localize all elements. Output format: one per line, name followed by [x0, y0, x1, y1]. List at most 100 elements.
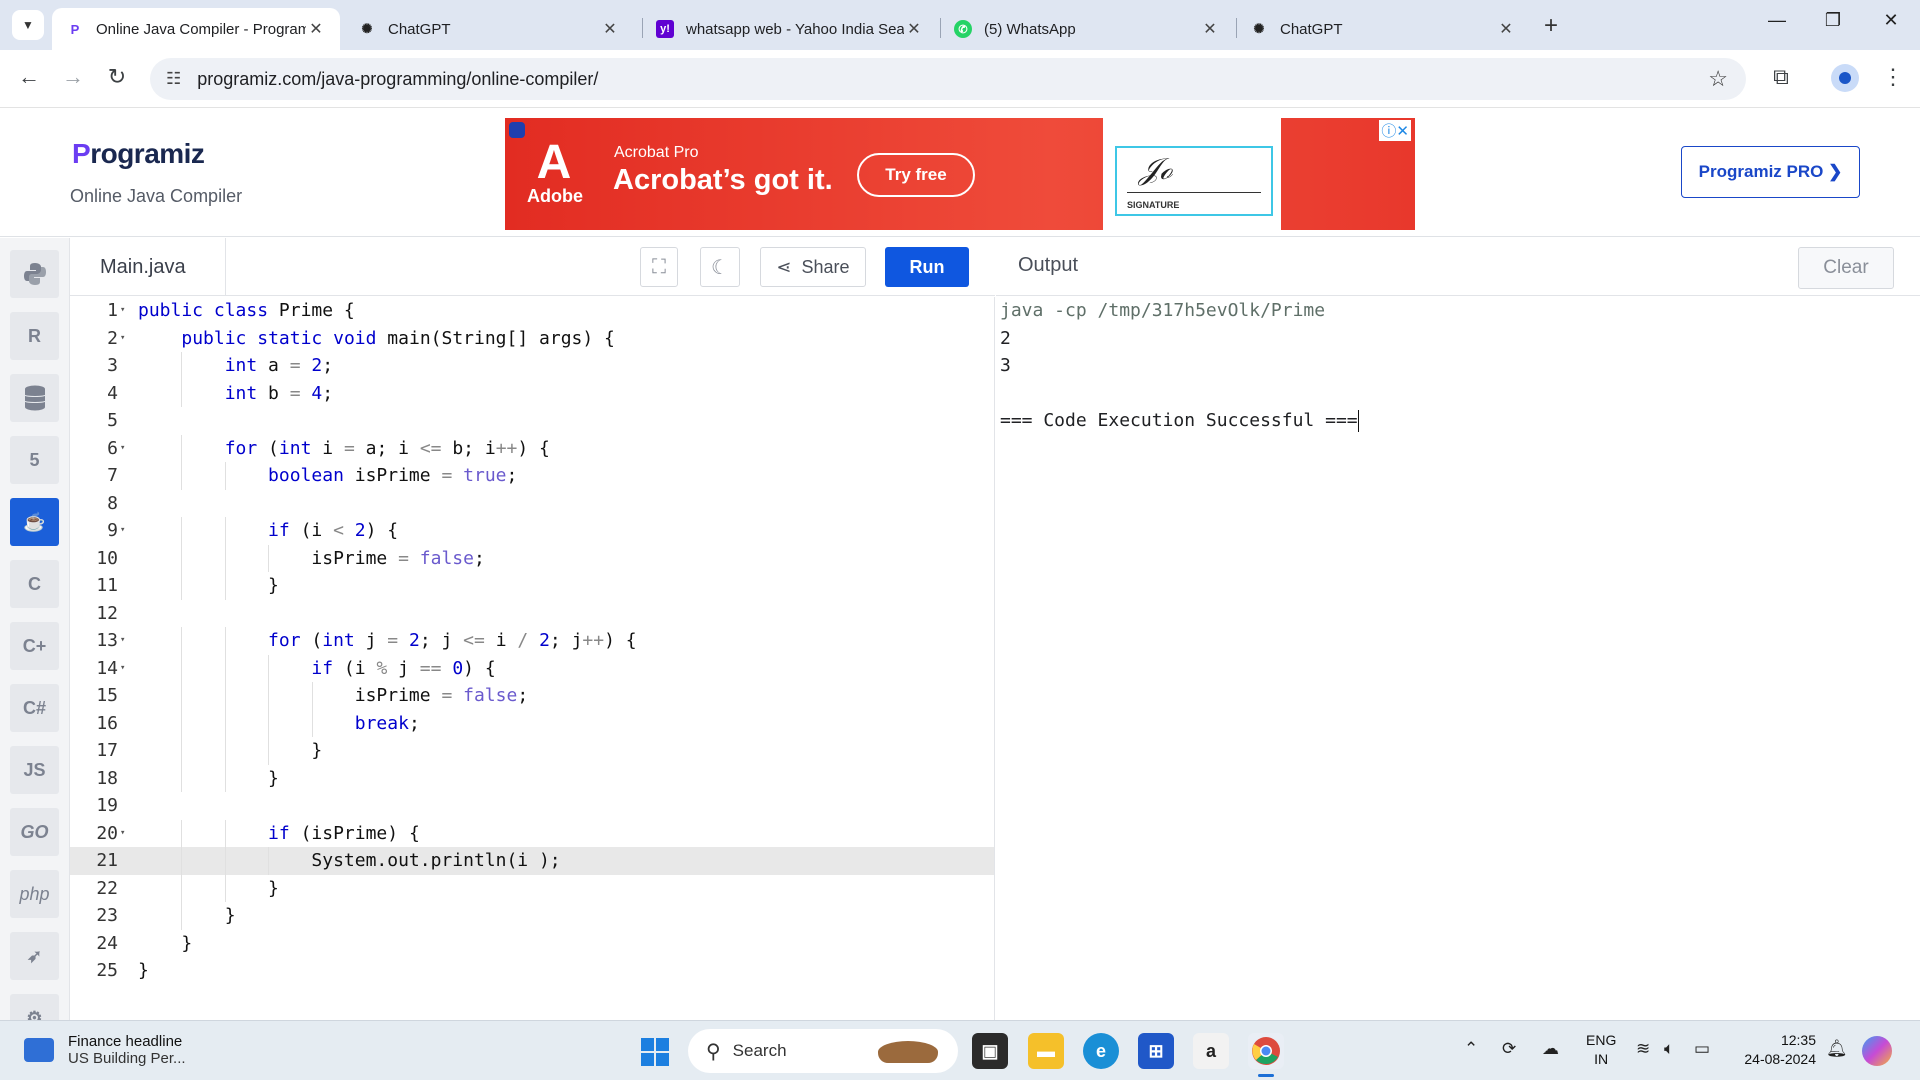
code-line[interactable]: 10 isPrime = false; — [70, 544, 994, 572]
speaker-muted-icon[interactable]: 🔈︎ — [1664, 1039, 1674, 1059]
forward-arrow-icon[interactable]: → — [58, 64, 88, 90]
fold-arrow-icon[interactable]: ▾ — [120, 435, 125, 463]
browser-tab-yahoo[interactable]: y! whatsapp web - Yahoo India Search ✕ — [642, 8, 938, 50]
fullscreen-icon[interactable]: ⛶ — [640, 247, 678, 287]
code-line[interactable]: 8 — [70, 490, 994, 518]
extensions-puzzle-icon[interactable]: ⧉ — [1766, 64, 1796, 90]
wifi-icon[interactable]: ≋ — [1636, 1039, 1650, 1059]
code-line[interactable]: 2 ▾ public static void main(String[] args… — [70, 325, 994, 353]
fold-arrow-icon[interactable]: ▾ — [120, 325, 125, 353]
code-line[interactable]: 16 break; — [70, 709, 994, 737]
task-view-icon[interactable]: ▣ — [972, 1033, 1008, 1069]
fold-arrow-icon[interactable]: ▾ — [120, 627, 125, 655]
sql-database-icon[interactable] — [10, 374, 59, 422]
go-language-icon[interactable]: GO — [10, 808, 59, 856]
code-line[interactable]: 22 } — [70, 874, 994, 902]
code-line[interactable]: 24 } — [70, 930, 994, 958]
profile-avatar-icon[interactable] — [1831, 64, 1859, 92]
fold-arrow-icon[interactable]: ▾ — [120, 517, 125, 545]
sync-icon[interactable]: ⟳ — [1502, 1039, 1516, 1059]
code-line[interactable]: 9 ▾ if (i < 2) { — [70, 517, 994, 545]
back-arrow-icon[interactable]: ← — [14, 64, 44, 90]
close-tab-icon[interactable]: ✕ — [1496, 19, 1516, 39]
news-widget[interactable]: Finance headline US Building Per... — [24, 1033, 186, 1067]
minimize-icon[interactable]: — — [1762, 10, 1792, 31]
reload-icon[interactable]: ↻ — [102, 64, 132, 90]
windows-start-icon[interactable] — [641, 1038, 669, 1066]
python-language-icon[interactable] — [10, 250, 59, 298]
address-bar[interactable]: ☷ programiz.com/java-programming/online-… — [150, 58, 1746, 100]
r-language-icon[interactable]: R — [10, 312, 59, 360]
code-line[interactable]: 17 } — [70, 737, 994, 765]
code-line[interactable]: 11 } — [70, 572, 994, 600]
csharp-language-icon[interactable]: C# — [10, 684, 59, 732]
code-line[interactable]: 14 ▾ if (i % j == 0) { — [70, 654, 994, 683]
run-button[interactable]: Run — [885, 247, 969, 287]
browser-tab-chatgpt-2[interactable]: ✺ ChatGPT ✕ — [1236, 8, 1530, 50]
show-hidden-icons-chevron-icon[interactable]: ⌃ — [1464, 1039, 1478, 1059]
tab-search-chevron-icon[interactable]: ▼ — [12, 10, 44, 40]
fold-arrow-icon[interactable]: ▾ — [120, 820, 125, 848]
adchoices-close-icon[interactable]: ⓘ✕ — [1379, 120, 1411, 141]
fold-arrow-icon[interactable]: ▾ — [120, 655, 125, 683]
code-line[interactable]: 19 — [70, 792, 994, 820]
advertisement-banner[interactable]: A Adobe Acrobat Pro Acrobat’s got it. Tr… — [505, 118, 1415, 230]
javascript-language-icon[interactable]: JS — [10, 746, 59, 794]
close-tab-icon[interactable]: ✕ — [904, 19, 924, 39]
close-tab-icon[interactable]: ✕ — [306, 19, 326, 39]
code-line[interactable]: 23 } — [70, 902, 994, 930]
code-line[interactable]: 5 — [70, 407, 994, 435]
chrome-browser-icon[interactable] — [1248, 1033, 1284, 1077]
code-editor[interactable]: 1 ▾ public class Prime {2 ▾ public static v… — [70, 297, 995, 1020]
site-settings-icon[interactable]: ☷ — [166, 69, 181, 89]
system-clock[interactable]: 12:35 24-08-2024 — [1738, 1031, 1816, 1069]
code-line[interactable]: 18 } — [70, 764, 994, 792]
close-tab-icon[interactable]: ✕ — [1200, 19, 1220, 39]
copilot-icon[interactable] — [1862, 1036, 1892, 1066]
browser-tab-programiz[interactable]: P Online Java Compiler - Programiz ✕ — [52, 8, 340, 50]
rust-language-icon[interactable]: ⚙ — [10, 994, 59, 1020]
battery-icon[interactable]: ▭ — [1694, 1039, 1710, 1059]
bookmark-star-icon[interactable]: ☆ — [1708, 66, 1728, 92]
php-language-icon[interactable]: php — [10, 870, 59, 918]
browser-menu-icon[interactable]: ⋮ — [1878, 64, 1908, 90]
browser-tab-whatsapp[interactable]: ✆ (5) WhatsApp ✕ — [940, 8, 1234, 50]
amazon-app-icon[interactable]: a — [1193, 1033, 1229, 1069]
taskbar-search-box[interactable]: ⚲ Search — [688, 1029, 958, 1073]
notification-bell-icon[interactable]: 🔔︎ — [1826, 1039, 1848, 1059]
browser-tab-chatgpt-1[interactable]: ✺ ChatGPT ✕ — [344, 8, 634, 50]
dark-mode-moon-icon[interactable]: ☾ — [700, 247, 740, 287]
code-line[interactable]: 6 ▾ for (int i = a; i <= b; i++) { — [70, 434, 994, 463]
html5-icon[interactable]: 5 — [10, 436, 59, 484]
edge-browser-icon[interactable]: e — [1083, 1033, 1119, 1069]
programiz-pro-button[interactable]: Programiz PRO ❯ — [1681, 146, 1860, 198]
code-line[interactable]: 12 — [70, 600, 994, 628]
code-line[interactable]: 1 ▾ public class Prime { — [70, 297, 994, 325]
input-language-indicator[interactable]: ENG IN — [1586, 1031, 1616, 1069]
restore-icon[interactable]: ❐ — [1818, 10, 1848, 31]
new-tab-plus-icon[interactable]: + — [1544, 12, 1558, 40]
code-line[interactable]: 3 int a = 2; — [70, 352, 994, 380]
code-line[interactable]: 20 ▾ if (isPrime) { — [70, 819, 994, 848]
code-line[interactable]: 15 isPrime = false; — [70, 682, 994, 710]
output-console[interactable]: java -cp /tmp/317h5evOlk/Prime 2 3 === C… — [996, 297, 1920, 1020]
code-line[interactable]: 25} — [70, 957, 994, 985]
share-button[interactable]: ⋖ Share — [760, 247, 866, 287]
ad-try-free-button[interactable]: Try free — [857, 153, 975, 197]
code-line[interactable]: 13 ▾ for (int j = 2; j <= i / 2; j++) { — [70, 627, 994, 655]
java-language-icon[interactable]: ☕ — [10, 498, 59, 546]
swift-language-icon[interactable]: ➶ — [10, 932, 59, 980]
microsoft-store-icon[interactable]: ⊞ — [1138, 1033, 1174, 1069]
code-line[interactable]: 21 System.out.println(i ); — [70, 847, 994, 875]
programiz-logo[interactable]: Programiz — [72, 138, 205, 170]
close-tab-icon[interactable]: ✕ — [600, 19, 620, 39]
file-tab-main-java[interactable]: Main.java — [70, 238, 226, 296]
code-line[interactable]: 4 int b = 4; — [70, 379, 994, 407]
c-language-icon[interactable]: C — [10, 560, 59, 608]
window-close-icon[interactable]: ✕ — [1876, 10, 1906, 31]
clear-output-button[interactable]: Clear — [1798, 247, 1894, 289]
fold-arrow-icon[interactable]: ▾ — [120, 297, 125, 325]
code-line[interactable]: 7 boolean isPrime = true; — [70, 462, 994, 490]
url-text[interactable]: programiz.com/java-programming/online-co… — [197, 69, 598, 90]
file-explorer-icon[interactable]: ▬ — [1028, 1033, 1064, 1069]
